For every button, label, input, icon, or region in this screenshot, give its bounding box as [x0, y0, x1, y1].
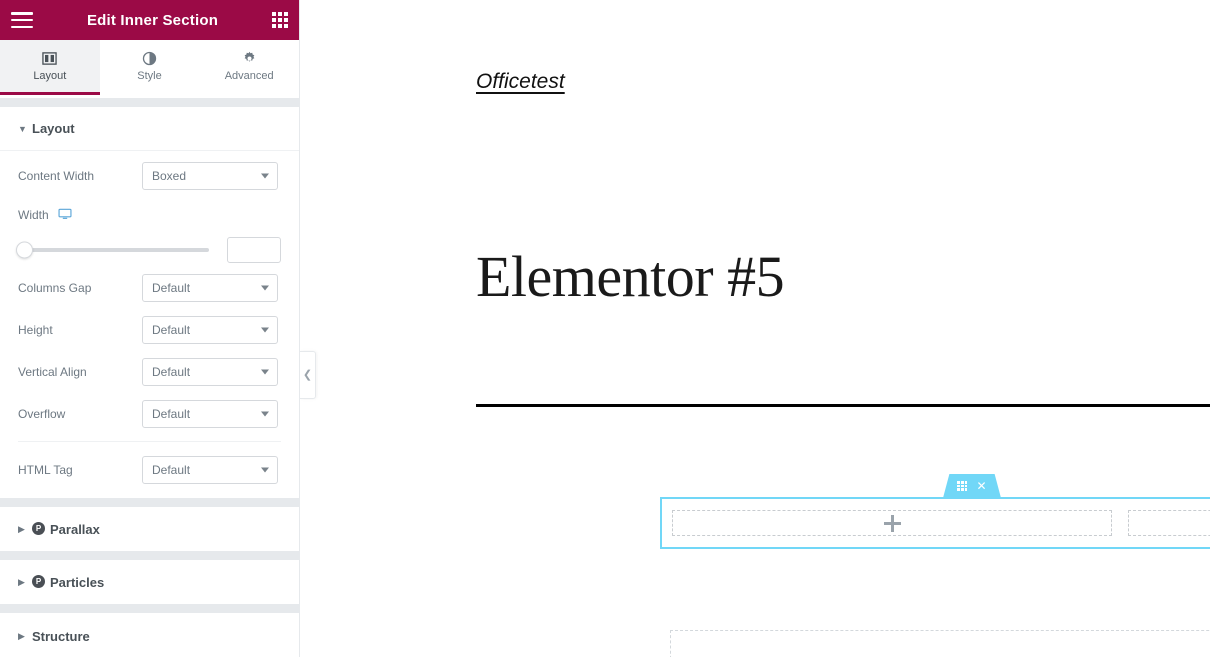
tab-advanced-label: Advanced [224, 70, 274, 82]
control-height: Height Default [18, 309, 281, 351]
height-value: Default [152, 323, 191, 337]
width-label: Width [18, 208, 49, 222]
content-width-select[interactable]: Boxed [142, 162, 278, 190]
control-vertical-align: Vertical Align Default [18, 351, 281, 393]
page-title: Elementor #5 [476, 244, 785, 309]
tab-style-label: Style [137, 70, 162, 82]
chevron-down-icon [261, 173, 269, 179]
chevron-left-icon: ❮ [302, 368, 313, 381]
vertical-align-value: Default [152, 365, 191, 379]
panel-title: Edit Inner Section [86, 11, 219, 29]
panel-tabs: Layout Style Advanced [0, 40, 299, 98]
accordion-particles[interactable]: ▶ P Particles [0, 560, 299, 604]
caret-down-icon: ▼ [18, 123, 27, 134]
content-width-value: Boxed [152, 169, 187, 183]
overflow-label: Overflow [18, 407, 66, 421]
panel-separator [0, 98, 299, 107]
vertical-align-label: Vertical Align [18, 365, 87, 379]
column-placeholder[interactable] [1128, 510, 1210, 536]
overflow-select[interactable]: Default [142, 400, 278, 428]
overflow-value: Default [152, 407, 191, 421]
pro-badge-icon: P [32, 574, 45, 588]
control-overflow: Overflow Default [18, 393, 281, 435]
accordion-parallax-label: Parallax [50, 521, 100, 537]
width-input[interactable] [227, 237, 281, 263]
site-title-link[interactable]: Officetest [476, 70, 565, 94]
gear-icon [242, 50, 257, 66]
chevron-down-icon [261, 369, 269, 375]
accordion-particles-label: Particles [50, 574, 105, 590]
preview-canvas: ❮ Officetest Elementor #5 ✕ [300, 0, 1210, 657]
caret-right-icon: ▶ [18, 523, 25, 534]
accordion-layout[interactable]: ▼ Layout [0, 107, 299, 151]
html-tag-label: HTML Tag [18, 463, 73, 477]
horizontal-rule [476, 404, 1210, 407]
width-slider[interactable] [16, 241, 209, 259]
drag-dots-icon[interactable] [957, 481, 968, 491]
control-columns-gap: Columns Gap Default [18, 267, 281, 309]
layout-controls: Content Width Boxed Width Columns Gap De… [0, 151, 299, 498]
chevron-down-icon [261, 327, 269, 333]
accordion-parallax[interactable]: ▶ P Parallax [0, 507, 299, 551]
hamburger-menu-icon[interactable] [11, 12, 33, 28]
plus-icon[interactable] [883, 514, 901, 532]
accordion-layout-label: Layout [32, 121, 75, 136]
accordion-structure[interactable]: ▶ Structure [0, 613, 299, 657]
control-width-label-row: Width [18, 197, 281, 233]
columns-gap-label: Columns Gap [18, 281, 92, 295]
accordion-structure-label: Structure [32, 628, 90, 644]
editor-panel: Edit Inner Section Layout Style Advanced… [0, 0, 300, 657]
elementor-editor: Edit Inner Section Layout Style Advanced… [0, 0, 1210, 657]
pro-badge-icon: P [32, 521, 45, 535]
panel-separator [0, 604, 299, 613]
column-placeholder[interactable] [672, 510, 1112, 536]
inner-section-handle[interactable]: ✕ [943, 474, 1001, 498]
caret-right-icon: ▶ [18, 630, 25, 641]
tab-layout-label: Layout [33, 70, 67, 82]
chevron-down-icon [261, 285, 269, 291]
desktop-icon[interactable] [58, 207, 72, 224]
tab-layout[interactable]: Layout [0, 40, 100, 95]
height-select[interactable]: Default [142, 316, 278, 344]
panel-collapse-toggle[interactable]: ❮ [300, 351, 316, 399]
chevron-down-icon [261, 411, 269, 417]
close-icon[interactable]: ✕ [976, 480, 986, 492]
chevron-down-icon [261, 467, 269, 473]
columns-icon [42, 50, 58, 66]
panel-separator [0, 498, 299, 507]
control-content-width: Content Width Boxed [18, 155, 281, 197]
columns-gap-select[interactable]: Default [142, 274, 278, 302]
control-html-tag: HTML Tag Default [18, 442, 281, 498]
panel-header: Edit Inner Section [0, 0, 299, 40]
tab-style[interactable]: Style [99, 40, 200, 95]
columns-gap-value: Default [152, 281, 191, 295]
tab-advanced[interactable]: Advanced [199, 40, 299, 95]
content-width-label: Content Width [18, 169, 95, 183]
inner-section-selected[interactable] [660, 497, 1210, 549]
control-width-slider-row [16, 233, 281, 267]
empty-section-placeholder[interactable] [670, 630, 1210, 657]
caret-right-icon: ▶ [18, 576, 25, 587]
width-slider-knob[interactable] [16, 241, 33, 259]
height-label: Height [18, 323, 53, 337]
apps-grid-icon[interactable] [272, 12, 288, 28]
html-tag-select[interactable]: Default [142, 456, 278, 484]
vertical-align-select[interactable]: Default [142, 358, 278, 386]
contrast-icon [142, 50, 157, 66]
html-tag-value: Default [152, 463, 191, 477]
panel-separator [0, 551, 299, 560]
